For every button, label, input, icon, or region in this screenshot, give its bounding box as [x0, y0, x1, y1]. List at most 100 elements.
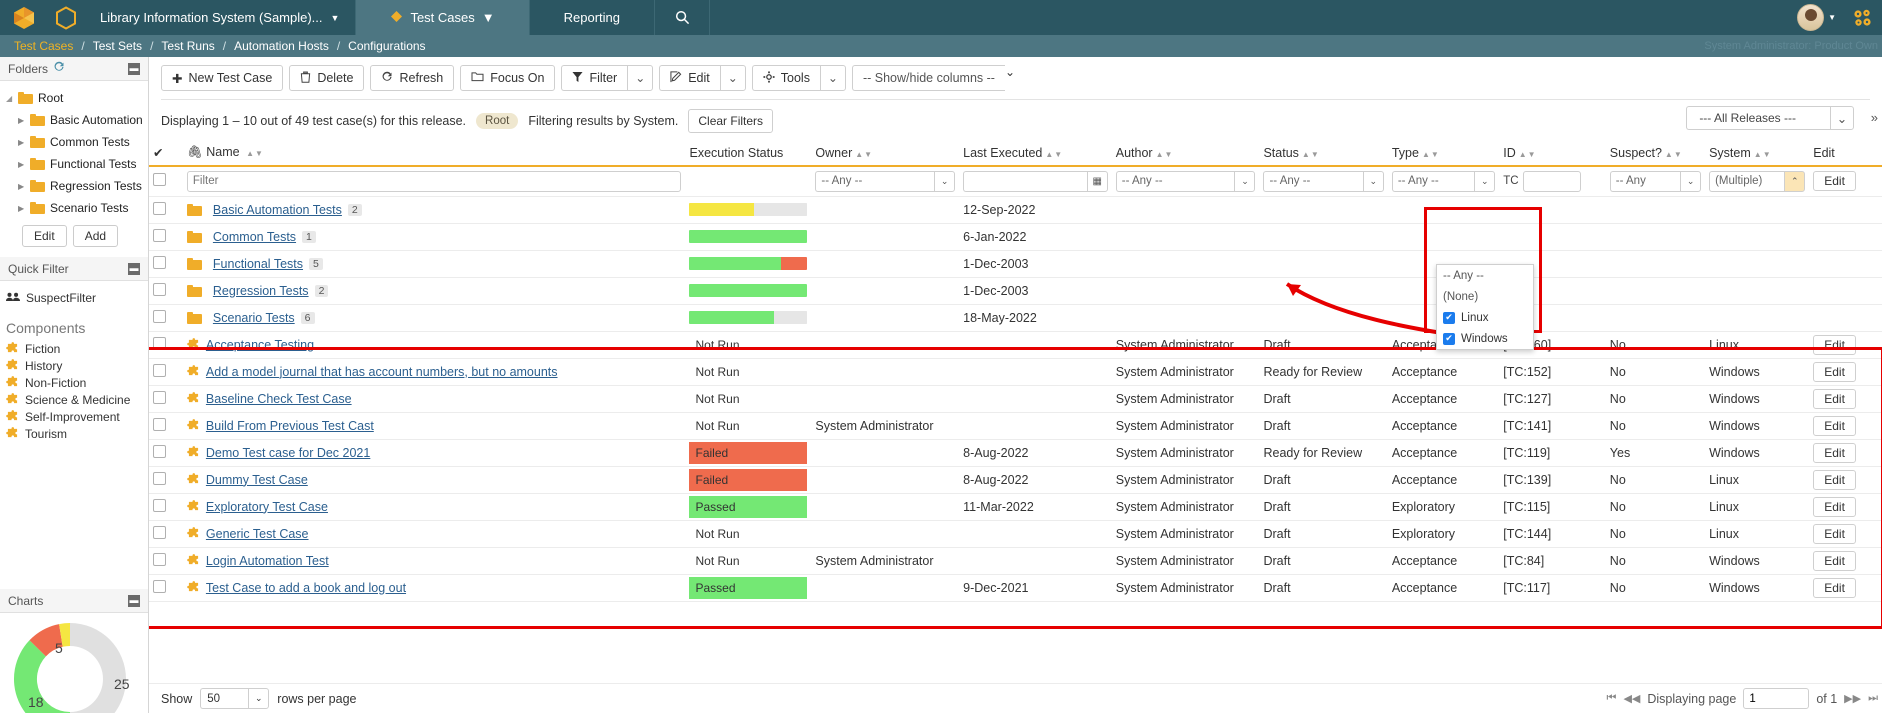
row-edit-button[interactable]: Edit — [1813, 362, 1856, 382]
row-checkbox[interactable] — [153, 553, 166, 566]
system-option-any[interactable]: -- Any -- — [1437, 265, 1533, 286]
chevron-right-icon[interactable]: ▶ — [18, 138, 30, 147]
refresh-icon[interactable] — [53, 61, 65, 76]
user-menu[interactable]: ▼ — [1797, 0, 1842, 35]
component-item-self-improvement[interactable]: Self-Improvement — [0, 408, 148, 425]
previous-page-icon[interactable]: ◀◀ — [1623, 692, 1640, 705]
name-filter-input[interactable] — [187, 171, 682, 192]
filter-dropdown-arrow[interactable]: ⌄ — [627, 65, 653, 91]
table-row[interactable]: Demo Test case for Dec 2021 Failed 8-Aug… — [149, 439, 1882, 466]
test-case-link[interactable]: Dummy Test Case — [206, 473, 308, 487]
new-test-case-button[interactable]: ✚ New Test Case — [161, 65, 283, 91]
rows-per-page-select[interactable]: 50 ⌄ — [200, 688, 269, 709]
chevron-down-icon[interactable]: ⌄ — [934, 171, 955, 192]
row-checkbox[interactable] — [153, 337, 166, 350]
chevron-down-icon[interactable]: ⌄ — [1830, 106, 1854, 130]
nav-item-test-cases[interactable]: Test Cases ▼ — [356, 0, 529, 35]
test-case-link[interactable]: Add a model journal that has account num… — [206, 365, 558, 379]
row-edit-button[interactable]: Edit — [1813, 389, 1856, 409]
product-hex-icon[interactable] — [48, 0, 84, 35]
breadcrumb-item-test-cases[interactable]: Test Cases — [6, 39, 81, 53]
show-hide-columns-arrow[interactable]: ⌄ — [1005, 65, 1015, 91]
chevron-right-icon[interactable]: ▶ — [18, 182, 30, 191]
table-row[interactable]: Functional Tests 5 1-Dec-2003 — [149, 250, 1882, 277]
chevron-down-icon[interactable]: ◢ — [6, 94, 18, 103]
row-checkbox[interactable] — [153, 526, 166, 539]
breadcrumb-item-test-sets[interactable]: Test Sets — [85, 39, 150, 53]
table-row[interactable]: Basic Automation Tests 2 12-Sep-2022 — [149, 196, 1882, 223]
row-checkbox[interactable] — [153, 202, 166, 215]
edit-dropdown-arrow[interactable]: ⌄ — [720, 65, 746, 91]
col-header-suspect[interactable]: Suspect?▲▼ — [1606, 141, 1705, 166]
product-selector[interactable]: Library Information System (Sample)... ▼ — [84, 0, 356, 35]
sort-arrows-icon[interactable]: ▲▼ — [1302, 150, 1320, 159]
expand-panel-button[interactable]: » — [1871, 110, 1878, 125]
row-checkbox[interactable] — [153, 445, 166, 458]
app-logo[interactable] — [0, 0, 48, 35]
chevron-down-icon[interactable]: ⌄ — [1680, 171, 1701, 192]
table-row[interactable]: Build From Previous Test Cast Not Run Sy… — [149, 412, 1882, 439]
tools-dropdown-arrow[interactable]: ⌄ — [820, 65, 846, 91]
delete-button[interactable]: Delete — [289, 65, 364, 91]
col-header-name[interactable]: 🖇 Name ▲▼ — [183, 141, 686, 166]
sort-arrows-icon[interactable]: ▲▼ — [855, 150, 873, 159]
nav-item-reporting[interactable]: Reporting — [530, 0, 655, 35]
row-checkbox[interactable] — [153, 229, 166, 242]
system-option-windows[interactable]: ✔ Windows — [1437, 328, 1533, 349]
test-case-link[interactable]: Demo Test case for Dec 2021 — [206, 446, 370, 460]
table-row[interactable]: Common Tests 1 6-Jan-2022 — [149, 223, 1882, 250]
chevron-right-icon[interactable]: ▶ — [18, 160, 30, 169]
row-checkbox[interactable] — [153, 283, 166, 296]
focus-on-button[interactable]: Focus On — [460, 65, 555, 91]
breadcrumb-item-test-runs[interactable]: Test Runs — [153, 39, 222, 53]
chevron-right-icon[interactable]: ▶ — [18, 204, 30, 213]
test-case-link[interactable]: Acceptance Testing — [206, 338, 314, 352]
col-header-select-all[interactable]: ✔ — [149, 141, 183, 166]
breadcrumb-item-configurations[interactable]: Configurations — [340, 39, 433, 53]
table-row[interactable]: Dummy Test Case Failed 8-Aug-2022 System… — [149, 466, 1882, 493]
system-filter-select[interactable]: (Multiple) ⌃ — [1709, 171, 1805, 192]
col-header-last-executed[interactable]: Last Executed▲▼ — [959, 141, 1112, 166]
test-case-link[interactable]: Test Case to add a book and log out — [206, 581, 406, 595]
row-edit-button[interactable]: Edit — [1813, 524, 1856, 544]
folder-link[interactable]: Regression Tests — [213, 284, 309, 298]
sort-arrows-icon[interactable]: ▲▼ — [246, 149, 264, 158]
first-page-icon[interactable]: ⏮ — [1607, 692, 1617, 705]
component-item-fiction[interactable]: Fiction — [0, 340, 148, 357]
table-row[interactable]: Acceptance Testing Not Run System Admini… — [149, 331, 1882, 358]
checked-checkbox-icon[interactable]: ✔ — [1443, 312, 1455, 324]
row-edit-button[interactable]: Edit — [1813, 335, 1856, 355]
last-executed-filter-input[interactable] — [963, 171, 1087, 192]
component-item-non-fiction[interactable]: Non-Fiction — [0, 374, 148, 391]
component-item-tourism[interactable]: Tourism — [0, 425, 148, 442]
chevron-right-icon[interactable]: ▶ — [18, 116, 30, 125]
col-header-author[interactable]: Author▲▼ — [1112, 141, 1260, 166]
row-checkbox[interactable] — [153, 310, 166, 323]
collapse-icon[interactable]: ▬ — [128, 263, 140, 275]
filter-row-edit-button[interactable]: Edit — [1813, 171, 1856, 191]
tree-node-common-tests[interactable]: ▶ Common Tests — [0, 131, 148, 153]
show-hide-columns-select[interactable]: -- Show/hide columns -- ⌄ — [852, 65, 1015, 91]
col-header-id[interactable]: ID▲▼ — [1499, 141, 1606, 166]
row-checkbox[interactable] — [153, 418, 166, 431]
table-row[interactable]: Test Case to add a book and log out Pass… — [149, 574, 1882, 601]
clear-filters-button[interactable]: Clear Filters — [688, 109, 773, 133]
collapse-icon[interactable]: ▬ — [128, 63, 140, 75]
chevron-down-icon[interactable]: ⌄ — [1474, 171, 1495, 192]
test-case-link[interactable]: Exploratory Test Case — [206, 500, 328, 514]
checked-checkbox-icon[interactable]: ✔ — [1443, 333, 1455, 345]
suspect-filter-select[interactable]: -- Any ⌄ — [1610, 171, 1701, 192]
test-case-link[interactable]: Baseline Check Test Case — [206, 392, 352, 406]
col-header-system[interactable]: System▲▼ — [1705, 141, 1809, 166]
table-row[interactable]: Generic Test Case Not Run System Adminis… — [149, 520, 1882, 547]
calendar-icon[interactable]: ▦ — [1087, 171, 1108, 192]
row-checkbox[interactable] — [153, 256, 166, 269]
system-option-none[interactable]: (None) — [1437, 286, 1533, 307]
owner-filter-select[interactable]: -- Any -- ⌄ — [815, 171, 955, 192]
folder-link[interactable]: Common Tests — [213, 230, 296, 244]
test-case-link[interactable]: Generic Test Case — [206, 527, 309, 541]
tree-node-root[interactable]: ◢ Root — [0, 87, 148, 109]
row-edit-button[interactable]: Edit — [1813, 578, 1856, 598]
row-edit-button[interactable]: Edit — [1813, 443, 1856, 463]
row-checkbox[interactable] — [153, 580, 166, 593]
